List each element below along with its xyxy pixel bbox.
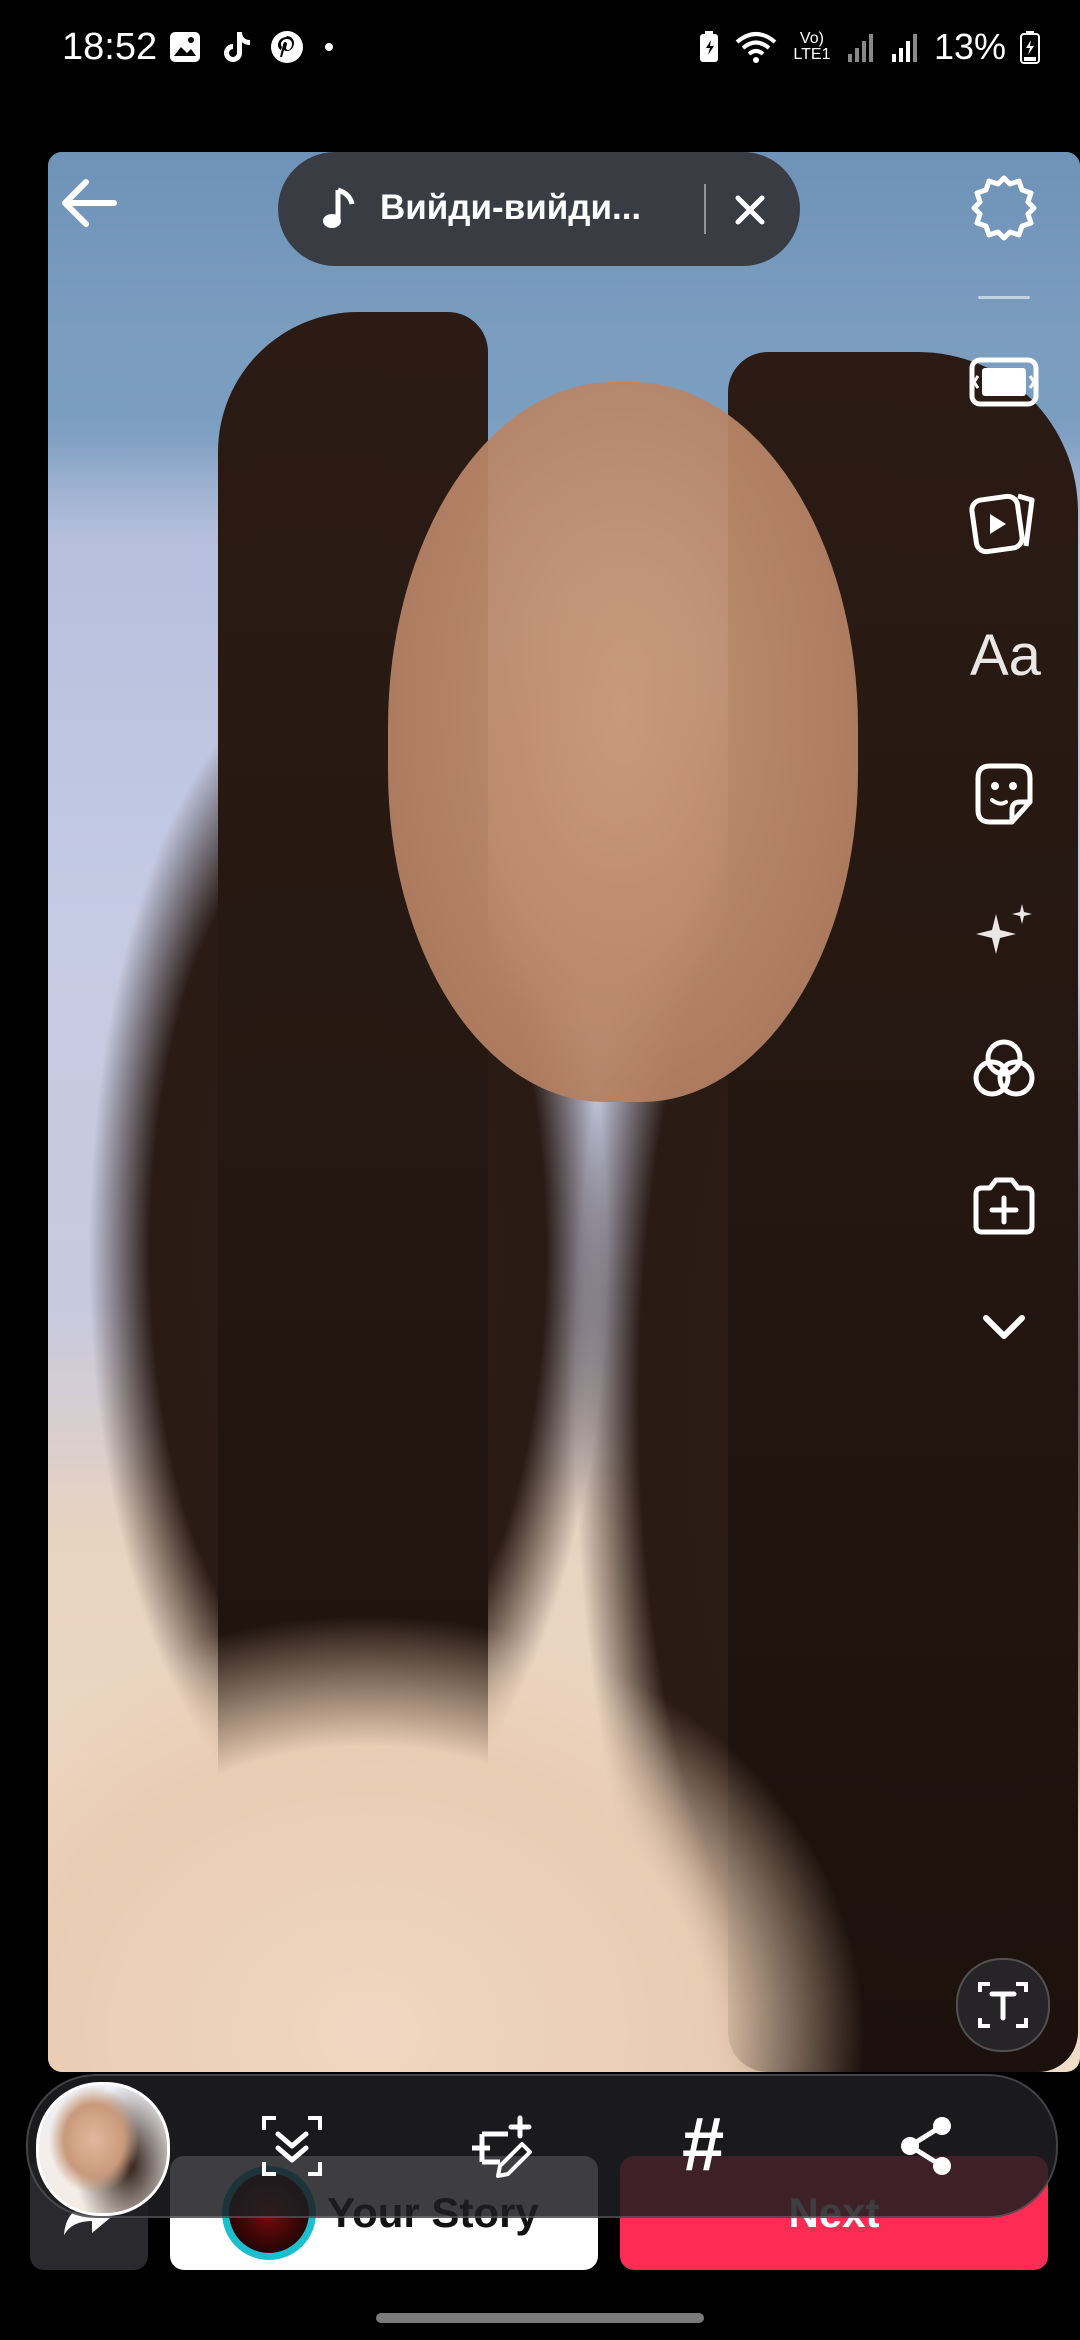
tiktok-icon: [224, 32, 250, 62]
status-time: 18:52: [62, 26, 158, 68]
rail-separator: [978, 296, 1030, 299]
add-clip-icon[interactable]: [968, 1170, 1040, 1242]
share-icon[interactable]: [890, 2110, 962, 2182]
edit-cover-icon[interactable]: [468, 2110, 540, 2182]
floating-toolbar: #: [26, 2074, 1058, 2218]
signal-icon: [847, 34, 873, 62]
video-thumbnail[interactable]: [36, 2082, 170, 2216]
pinterest-icon: [271, 31, 303, 63]
battery-icon: [1020, 31, 1040, 64]
status-bar: 18:52 Vo) LTE1 13%: [0, 0, 1080, 100]
settings-icon[interactable]: [968, 172, 1040, 244]
status-left-icons: [168, 30, 336, 64]
dot-icon: [325, 43, 333, 51]
gallery-icon: [170, 32, 200, 62]
sticker-icon[interactable]: [968, 758, 1040, 830]
status-right-icons: Vo) LTE1 13%: [698, 26, 1040, 68]
download-icon[interactable]: [256, 2110, 328, 2182]
text-tool[interactable]: Aa: [970, 622, 1041, 689]
caption-text-icon: [978, 1982, 1028, 2028]
back-arrow-icon[interactable]: [54, 168, 124, 238]
photo-shoulders: [48, 1172, 1080, 2072]
music-divider: [704, 184, 706, 234]
aspect-ratio-icon[interactable]: [968, 346, 1040, 418]
close-icon[interactable]: [728, 188, 772, 232]
photo-face: [388, 382, 858, 1102]
music-note-icon: [323, 187, 355, 228]
signal-icon: [891, 34, 917, 62]
battery-saver-icon: [699, 31, 718, 62]
caption-button[interactable]: [956, 1958, 1050, 2052]
photo-preview[interactable]: [48, 152, 1080, 2072]
music-selector[interactable]: Вийди-вийди...: [278, 152, 800, 266]
video-templates-icon[interactable]: [968, 484, 1040, 556]
filters-icon[interactable]: [968, 1034, 1040, 1106]
wifi-icon: [735, 32, 777, 63]
music-title: Вийди-вийди...: [380, 188, 642, 227]
battery-percent: 13%: [933, 26, 1006, 67]
effects-icon[interactable]: [968, 896, 1040, 968]
home-indicator: [376, 2313, 704, 2323]
chevron-down-icon[interactable]: [968, 1290, 1040, 1362]
network-type-label: Vo) LTE1: [793, 30, 831, 63]
hashtag-icon[interactable]: #: [682, 2100, 724, 2190]
